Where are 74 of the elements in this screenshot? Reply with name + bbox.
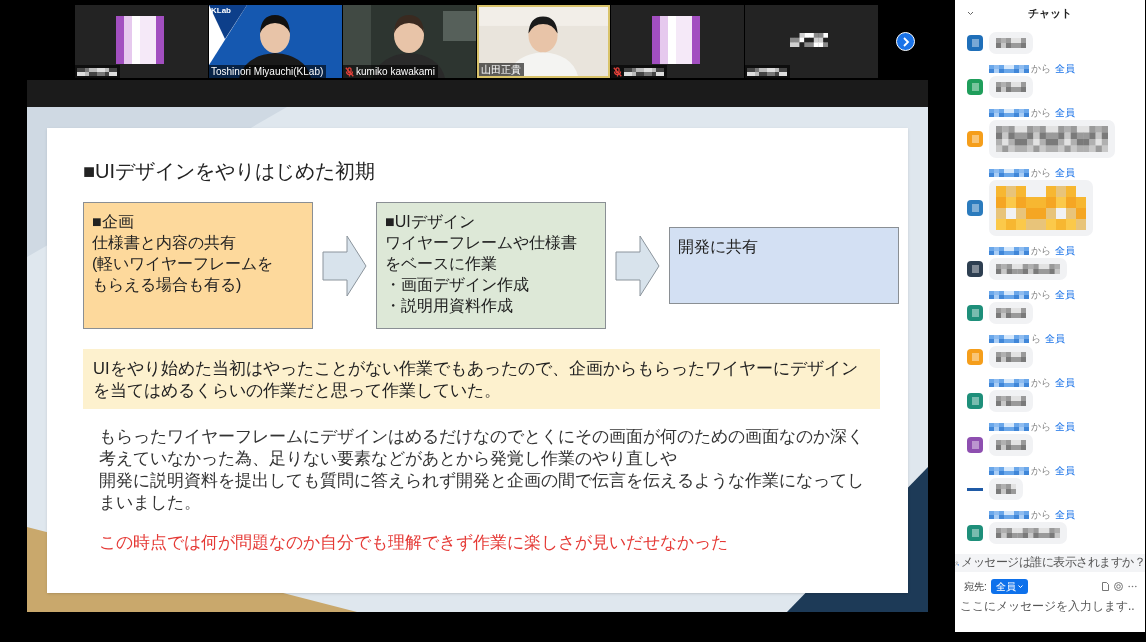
pixelated-avatar xyxy=(652,16,700,64)
chevron-down-icon[interactable] xyxy=(967,11,974,16)
flow-box: ■UIデザイン ワイヤーフレームや仕様書 をベースに作業 ・画面デザイン作成 ・説明用資料作成 xyxy=(376,202,606,329)
pixelated-name xyxy=(989,422,1029,431)
visibility-hint: メッセージは誰に表示されますか？ xyxy=(961,555,1145,571)
recipient-link[interactable]: 全員 xyxy=(1055,61,1075,76)
pixelated-name xyxy=(989,378,1029,387)
pixelated-name xyxy=(624,67,664,76)
pixelated-message xyxy=(996,484,1016,494)
recipient-link[interactable]: 全員 xyxy=(1055,165,1075,180)
slide-title: ■UIデザインをやりはじめた初期 xyxy=(83,159,377,184)
chevron-right-icon xyxy=(901,36,910,47)
sender-text: から xyxy=(1031,62,1051,76)
sender-text: から xyxy=(1031,106,1051,120)
sender-text: から xyxy=(1031,288,1051,302)
recipient-link[interactable]: 全員 xyxy=(1055,419,1075,434)
sender-text: から xyxy=(1031,244,1051,258)
recipient-link[interactable]: 全員 xyxy=(1055,375,1075,390)
pixelated-avatar xyxy=(116,16,164,64)
pixelated-name xyxy=(790,33,828,47)
next-page-button[interactable] xyxy=(896,32,915,51)
muted-mic-icon xyxy=(613,66,622,77)
sender-text: から xyxy=(1031,420,1051,434)
pixelated-name xyxy=(989,108,1029,117)
sender-text: から xyxy=(1031,166,1051,180)
pixelated-name xyxy=(77,67,117,76)
pixelated-name xyxy=(989,290,1029,299)
recipient-label: 宛先: xyxy=(964,579,987,594)
logo-text: KLab xyxy=(211,5,231,17)
recipient-link[interactable]: 全員 xyxy=(1055,463,1075,478)
pixelated-message xyxy=(996,264,1060,274)
sender-text: から xyxy=(1031,464,1051,478)
pixelated-message xyxy=(996,440,1026,450)
body-paragraph: もらったワイヤーフレームにデザインはめるだけなのでとくにその画面が何のための画面なのか深く考えていなかった為、足りない要素などがあとから発覚し作業のやり直しや xyxy=(99,426,865,469)
chat-title: チャット xyxy=(1028,5,1072,21)
highlight-text: UIをやり始めた当初はやったことがない作業でもあったので、企画からもらったワイヤーにデザインを当てはめるくらいの作業だと思って作業していた。 xyxy=(83,349,880,409)
pixelated-name xyxy=(989,64,1029,73)
emoji-icon[interactable] xyxy=(1114,581,1123,591)
body-paragraph: 開発に説明資料を提出しても質問に答えられず開発と企画の間で伝言を伝えるような作業になってしまいました。 xyxy=(99,470,865,513)
more-icon[interactable] xyxy=(1128,584,1137,588)
pixelated-name xyxy=(989,466,1029,475)
pixelated-message xyxy=(996,308,1026,318)
message-input[interactable]: ここにメッセージを入力します.. xyxy=(960,597,1140,615)
arrow-icon xyxy=(615,234,660,297)
pixelated-message xyxy=(996,352,1026,362)
pixelated-name xyxy=(989,168,1029,177)
recipient-dropdown[interactable]: 全員 xyxy=(990,578,1028,594)
pixelated-name xyxy=(989,246,1029,255)
recipient-link[interactable]: 全員 xyxy=(1055,105,1075,120)
pixelated-message xyxy=(996,38,1026,48)
caret-icon xyxy=(1017,584,1023,588)
recipient-link[interactable]: 全員 xyxy=(1055,507,1075,522)
sender-text: から xyxy=(1031,508,1051,522)
person-icon xyxy=(955,558,959,568)
flow-box: 開発に共有 xyxy=(669,227,899,304)
recipient-link[interactable]: 全員 xyxy=(1055,287,1075,302)
recipient-link[interactable]: 全員 xyxy=(1045,331,1065,346)
file-icon[interactable] xyxy=(1102,581,1109,591)
arrow-icon xyxy=(322,234,367,297)
sender-text: から xyxy=(1031,376,1051,390)
recipient-link[interactable]: 全員 xyxy=(1055,243,1075,258)
pixelated-message xyxy=(996,396,1026,406)
participant-name: Toshinori Miyauchi(KLab) xyxy=(211,66,324,77)
participant-name: 山田正貴 xyxy=(481,64,521,75)
pixelated-name xyxy=(989,510,1029,519)
pixelated-name xyxy=(989,334,1029,343)
conclusion-text: この時点では何が問題なのか自分でも理解できず作業に楽しさが見いだせなかった xyxy=(99,532,729,553)
muted-mic-icon xyxy=(345,66,354,77)
flow-box: ■企画 仕様書と内容の共有 (軽いワイヤーフレームを もらえる場合も有る) xyxy=(83,202,313,329)
pixelated-name xyxy=(747,67,787,76)
participant-name: kumiko kawakami xyxy=(356,66,435,77)
pixelated-message xyxy=(996,82,1026,92)
pixelated-message xyxy=(996,528,1060,538)
sender-text: ら xyxy=(1031,332,1041,346)
